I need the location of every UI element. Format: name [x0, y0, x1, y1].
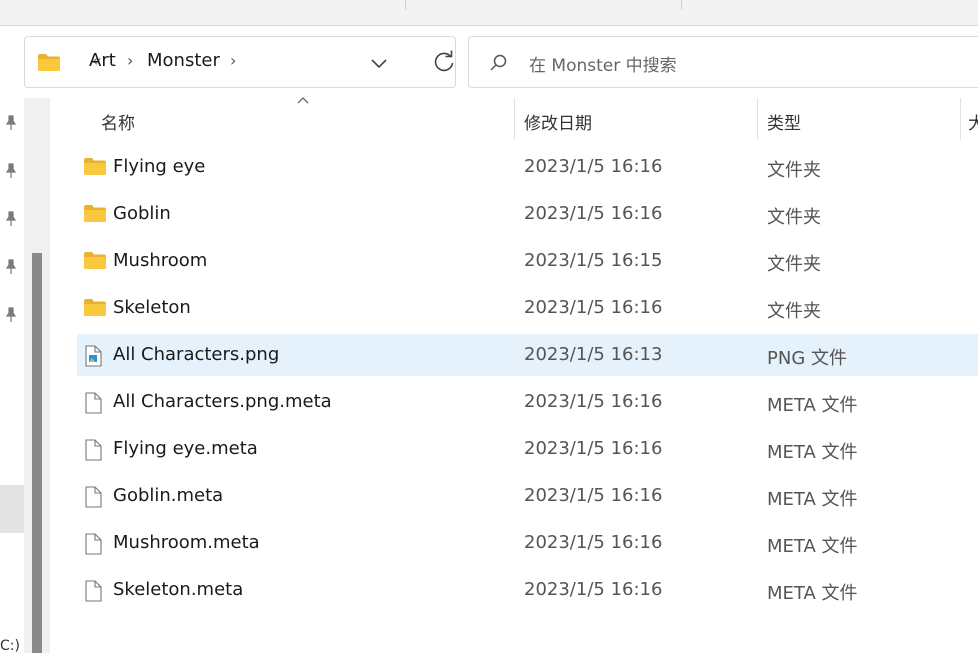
file-type: PNG 文件	[767, 348, 847, 369]
search-input[interactable]: 在 Monster 中搜索	[529, 51, 677, 76]
nav-selected-item[interactable]	[0, 485, 24, 533]
file-name[interactable]: Goblin	[113, 203, 171, 224]
breadcrumb-item-monster[interactable]: Monster	[147, 50, 220, 71]
file-icon	[83, 392, 103, 418]
file-row[interactable]: Mushroom.meta 2023/1/5 16:16 META 文件	[77, 522, 978, 564]
file-type: 文件夹	[767, 254, 821, 275]
file-name[interactable]: Skeleton.meta	[113, 579, 243, 600]
file-modified-date: 2023/1/5 16:16	[524, 156, 663, 177]
file-type: 文件夹	[767, 160, 821, 181]
file-name[interactable]: Skeleton	[113, 297, 191, 318]
file-icon	[83, 580, 103, 606]
file-row[interactable]: All Characters.png 2023/1/5 16:13 PNG 文件	[77, 334, 978, 376]
file-row[interactable]: Skeleton 2023/1/5 16:16 文件夹	[77, 287, 978, 329]
folder-icon	[38, 54, 60, 71]
file-name[interactable]: Mushroom.meta	[113, 532, 260, 553]
file-name[interactable]: Goblin.meta	[113, 485, 223, 506]
column-separator[interactable]	[960, 98, 961, 140]
file-modified-date: 2023/1/5 16:16	[524, 438, 663, 459]
folder-icon	[83, 157, 107, 180]
file-modified-date: 2023/1/5 16:16	[524, 485, 663, 506]
file-row[interactable]: Mushroom 2023/1/5 16:15 文件夹	[77, 240, 978, 282]
file-icon	[83, 486, 103, 512]
file-name[interactable]: Flying eye	[113, 156, 205, 177]
file-row[interactable]: Goblin 2023/1/5 16:16 文件夹	[77, 193, 978, 235]
file-modified-date: 2023/1/5 16:16	[524, 203, 663, 224]
file-name[interactable]: All Characters.png.meta	[113, 391, 332, 412]
column-header-size[interactable]: 大	[968, 109, 978, 151]
chevron-down-icon[interactable]	[369, 53, 389, 73]
file-modified-date: 2023/1/5 16:15	[524, 250, 663, 271]
file-type: META 文件	[767, 489, 858, 510]
nav-drive-label[interactable]: C:)	[0, 638, 20, 653]
tab-separator	[681, 0, 682, 10]
file-modified-date: 2023/1/5 16:13	[524, 344, 663, 365]
file-name[interactable]: All Characters.png	[113, 344, 279, 365]
file-name[interactable]: Mushroom	[113, 250, 207, 271]
breadcrumb-item-art[interactable]: Art	[89, 50, 116, 71]
address-bar[interactable]: « Art › Monster ›	[24, 36, 456, 88]
file-modified-date: 2023/1/5 16:16	[524, 391, 663, 412]
file-row[interactable]: Flying eye 2023/1/5 16:16 文件夹	[77, 146, 978, 188]
refresh-icon[interactable]	[431, 49, 457, 75]
folder-icon	[83, 298, 107, 321]
folder-icon	[83, 204, 107, 227]
file-row[interactable]: Skeleton.meta 2023/1/5 16:16 META 文件	[77, 569, 978, 611]
file-type: META 文件	[767, 395, 858, 416]
column-header-modified[interactable]: 修改日期	[524, 109, 592, 151]
pin-icon[interactable]	[3, 163, 19, 179]
file-row[interactable]: All Characters.png.meta 2023/1/5 16:16 MET…	[77, 381, 978, 423]
image-file-icon	[83, 345, 103, 371]
file-icon	[83, 533, 103, 559]
column-separator[interactable]	[757, 98, 758, 140]
file-row[interactable]: Flying eye.meta 2023/1/5 16:16 META 文件	[77, 428, 978, 470]
chevron-right-icon[interactable]: ›	[230, 51, 236, 70]
sort-ascending-icon	[297, 97, 309, 104]
file-type: META 文件	[767, 536, 858, 557]
file-modified-date: 2023/1/5 16:16	[524, 297, 663, 318]
column-header-name[interactable]: 名称	[101, 109, 135, 151]
file-type: 文件夹	[767, 207, 821, 228]
column-separator[interactable]	[514, 98, 515, 140]
file-type: 文件夹	[767, 301, 821, 322]
file-modified-date: 2023/1/5 16:16	[524, 579, 663, 600]
navigation-pane: C:)	[0, 98, 24, 653]
pin-icon[interactable]	[3, 259, 19, 275]
file-name[interactable]: Flying eye.meta	[113, 438, 258, 459]
file-icon	[83, 439, 103, 465]
column-header-type[interactable]: 类型	[767, 109, 801, 151]
tab-strip	[0, 0, 978, 26]
file-row[interactable]: Goblin.meta 2023/1/5 16:16 META 文件	[77, 475, 978, 517]
file-modified-date: 2023/1/5 16:16	[524, 532, 663, 553]
pin-icon[interactable]	[3, 115, 19, 131]
pin-icon[interactable]	[3, 307, 19, 323]
nav-scrollbar-thumb[interactable]	[32, 253, 42, 653]
file-type: META 文件	[767, 583, 858, 604]
search-icon	[490, 54, 507, 71]
file-type: META 文件	[767, 442, 858, 463]
folder-icon	[83, 251, 107, 274]
search-box[interactable]: 在 Monster 中搜索	[468, 36, 978, 88]
chevron-right-icon[interactable]: ›	[127, 51, 133, 70]
tab-separator	[405, 0, 406, 10]
pin-icon[interactable]	[3, 211, 19, 227]
